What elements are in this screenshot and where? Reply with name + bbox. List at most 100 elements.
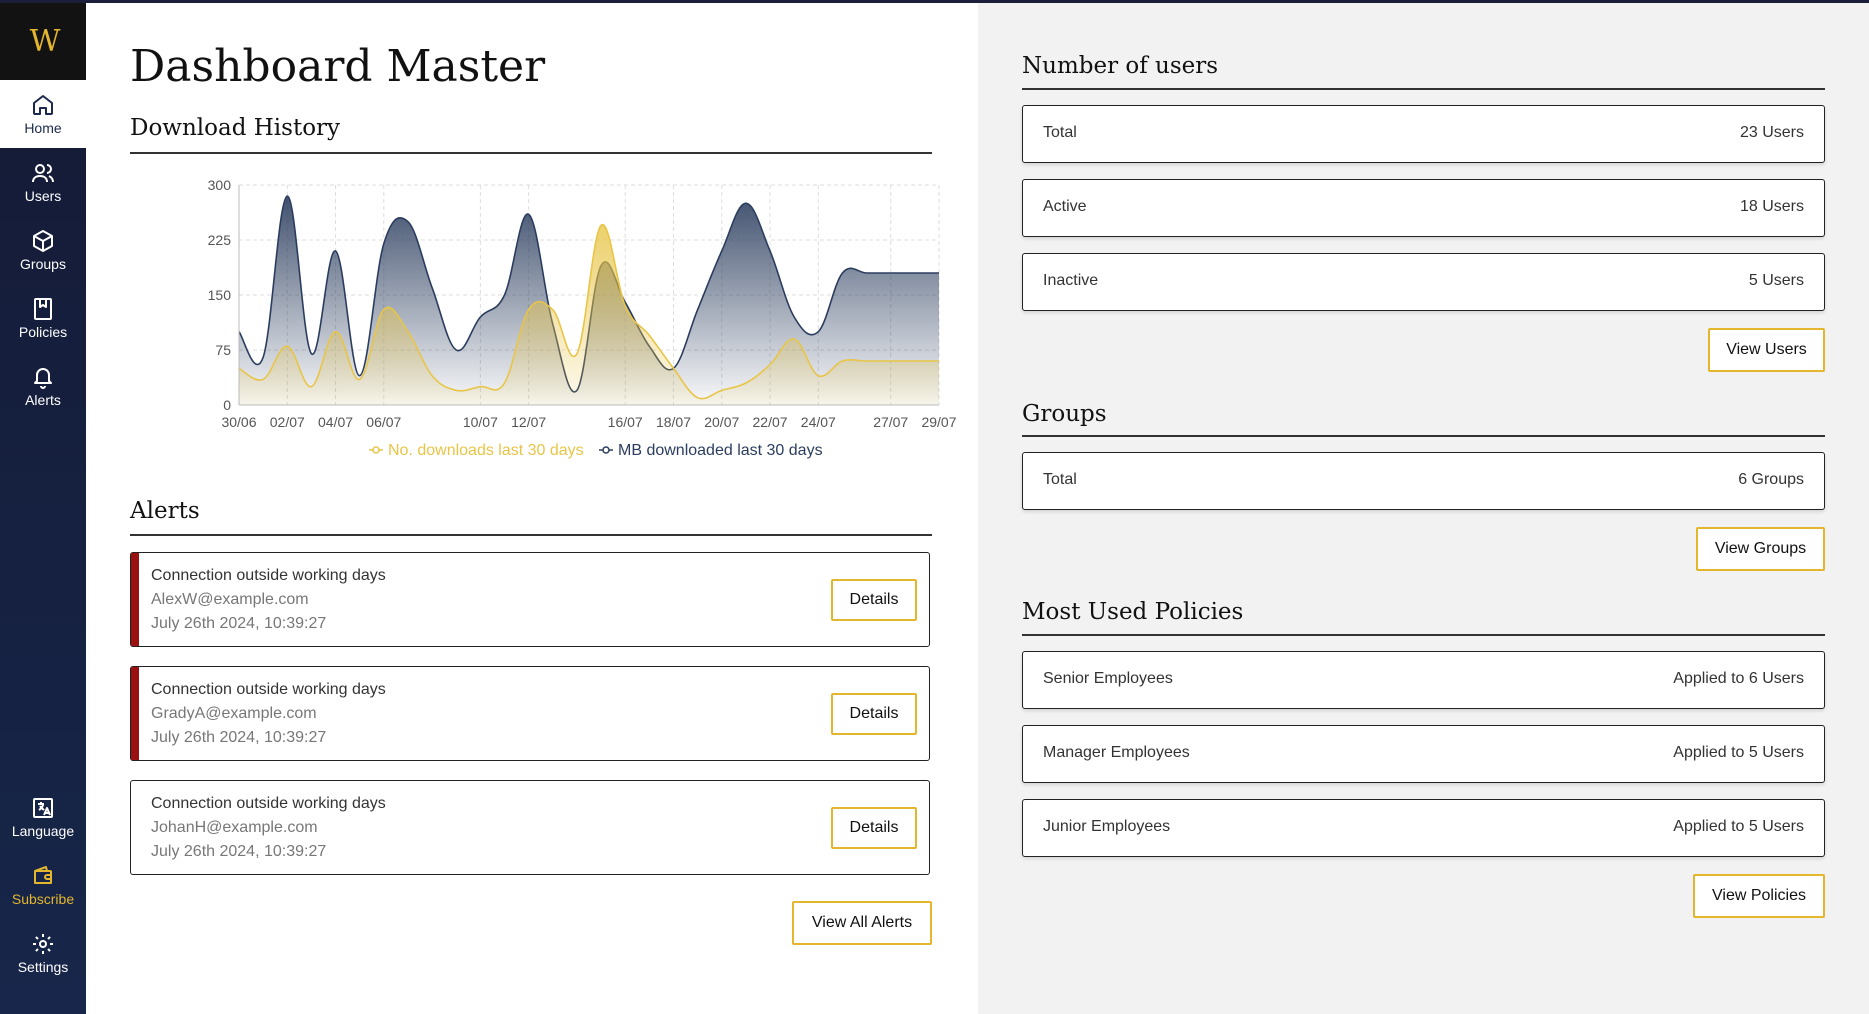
stat-label: Inactive: [1043, 272, 1099, 289]
view-groups-button[interactable]: View Groups: [1696, 527, 1825, 571]
alert-item: Connection outside working days JohanH@e…: [130, 780, 930, 875]
x-tick-label: 16/07: [608, 414, 643, 430]
x-tick-label: 04/07: [318, 414, 353, 430]
section-divider: [1022, 634, 1825, 636]
groups-total-row: Total 6 Groups: [1022, 452, 1825, 510]
legend-label: No. downloads last 30 days: [388, 442, 584, 459]
x-tick-label: 27/07: [873, 414, 908, 430]
alert-title: Connection outside working days: [151, 681, 386, 698]
sidebar-item-label: Policies: [18, 323, 68, 340]
section-divider: [130, 534, 932, 536]
sidebar-item-home[interactable]: Home: [0, 80, 86, 148]
stat-label: Total: [1043, 124, 1077, 141]
users-icon: [32, 163, 54, 182]
view-users-button[interactable]: View Users: [1708, 328, 1825, 372]
stat-value: Applied to 5 Users: [1673, 744, 1804, 761]
x-tick-label: 30/06: [221, 414, 256, 430]
alert-title: Connection outside working days: [151, 567, 386, 584]
sidebar-item-alerts[interactable]: Alerts: [0, 352, 86, 420]
groups-section-title: Groups: [1022, 401, 1107, 427]
legend-marker: [372, 446, 380, 454]
alert-date: July 26th 2024, 10:39:27: [151, 615, 327, 632]
users-section-title: Number of users: [1022, 53, 1219, 79]
sidebar-item-policies[interactable]: Policies: [0, 284, 86, 352]
sidebar-item-label: Settings: [17, 958, 69, 975]
brand-logo[interactable]: W: [0, 3, 86, 80]
view-policies-button[interactable]: View Policies: [1693, 874, 1825, 918]
alert-details-button[interactable]: Details: [831, 807, 917, 849]
sidebar-item-language[interactable]: Language: [0, 783, 86, 851]
gear-icon: [33, 933, 53, 954]
alert-date: July 26th 2024, 10:39:27: [151, 843, 327, 860]
stat-value: Applied to 5 Users: [1673, 818, 1804, 835]
stat-value: Applied to 6 Users: [1673, 670, 1804, 687]
stat-label: Senior Employees: [1043, 670, 1173, 687]
sidebar-item-label: Users: [24, 187, 62, 204]
wallet-icon: [34, 865, 52, 884]
sidebar-item-label: Home: [24, 119, 62, 136]
sidebar-item-label: Alerts: [25, 391, 61, 408]
stat-label: Manager Employees: [1043, 744, 1190, 761]
stat-label: Junior Employees: [1043, 818, 1171, 835]
section-divider: [1022, 88, 1825, 90]
y-tick-label: 150: [208, 287, 232, 303]
stat-value: 23 Users: [1739, 124, 1804, 141]
x-tick-label: 12/07: [511, 414, 546, 430]
sidebar-item-users[interactable]: Users: [0, 148, 86, 216]
alert-details-button[interactable]: Details: [831, 579, 917, 621]
alert-email: GradyA@example.com: [151, 705, 317, 722]
home-icon: [33, 94, 53, 115]
x-tick-label: 22/07: [753, 414, 788, 430]
x-tick-label: 18/07: [656, 414, 691, 430]
summary-panel: Number of users Total 23 Users Active 18…: [978, 3, 1869, 1014]
stat-label: Active: [1043, 198, 1087, 215]
sidebar-item-settings[interactable]: Settings: [0, 919, 86, 987]
box-icon: [33, 229, 53, 252]
sidebar-item-groups[interactable]: Groups: [0, 216, 86, 284]
legend-marker: [602, 446, 610, 454]
policies-section-title: Most Used Policies: [1022, 599, 1244, 625]
x-tick-label: 02/07: [270, 414, 305, 430]
alert-item: Connection outside working days AlexW@ex…: [130, 552, 930, 647]
users-active-row: Active 18 Users: [1022, 179, 1825, 237]
sidebar: W Home Users Groups Policies Alerts Lang…: [0, 3, 86, 1014]
y-tick-label: 0: [223, 397, 231, 413]
section-divider: [130, 152, 932, 154]
y-tick-label: 75: [215, 342, 231, 358]
policy-row: Senior Employees Applied to 6 Users: [1022, 651, 1825, 709]
sidebar-item-label: Subscribe: [11, 890, 75, 907]
sidebar-item-label: Language: [11, 822, 75, 839]
policy-row: Manager Employees Applied to 5 Users: [1022, 725, 1825, 783]
y-tick-label: 300: [208, 177, 232, 193]
download-history-title: Download History: [130, 115, 341, 141]
x-tick-label: 10/07: [463, 414, 498, 430]
view-all-alerts-button[interactable]: View All Alerts: [792, 901, 932, 945]
alert-email: JohanH@example.com: [151, 819, 318, 836]
chart-areas: [238, 195, 939, 405]
policy-row: Junior Employees Applied to 5 Users: [1022, 799, 1825, 857]
stat-label: Total: [1043, 471, 1077, 488]
translate-icon: [33, 797, 53, 818]
x-tick-label: 24/07: [801, 414, 836, 430]
stat-value: 18 Users: [1739, 198, 1804, 215]
users-inactive-row: Inactive 5 Users: [1022, 253, 1825, 311]
x-tick-label: 06/07: [366, 414, 401, 430]
sidebar-item-label: Groups: [20, 255, 66, 272]
page-title: Dashboard Master: [130, 41, 546, 92]
main-content: Dashboard Master Download History 0 75 150…: [86, 3, 978, 1014]
brand-logo-text: W: [29, 24, 61, 59]
stat-value: 6 Groups: [1738, 471, 1804, 488]
x-tick-label: 20/07: [704, 414, 739, 430]
sidebar-item-subscribe[interactable]: Subscribe: [0, 851, 86, 919]
x-tick-label: 29/07: [921, 414, 956, 430]
alerts-title: Alerts: [130, 498, 200, 524]
alert-item: Connection outside working days GradyA@e…: [130, 666, 930, 761]
users-total-row: Total 23 Users: [1022, 105, 1825, 163]
y-tick-label: 225: [208, 232, 232, 248]
bell-icon: [34, 367, 52, 389]
alert-email: AlexW@example.com: [151, 591, 309, 608]
download-history-chart: 0 75 150 225 300 30/06 02/07 04/07 06/07 10/07 12/…: [208, 177, 957, 459]
alert-details-button[interactable]: Details: [831, 693, 917, 735]
alert-title: Connection outside working days: [151, 795, 386, 812]
section-divider: [1022, 435, 1825, 437]
